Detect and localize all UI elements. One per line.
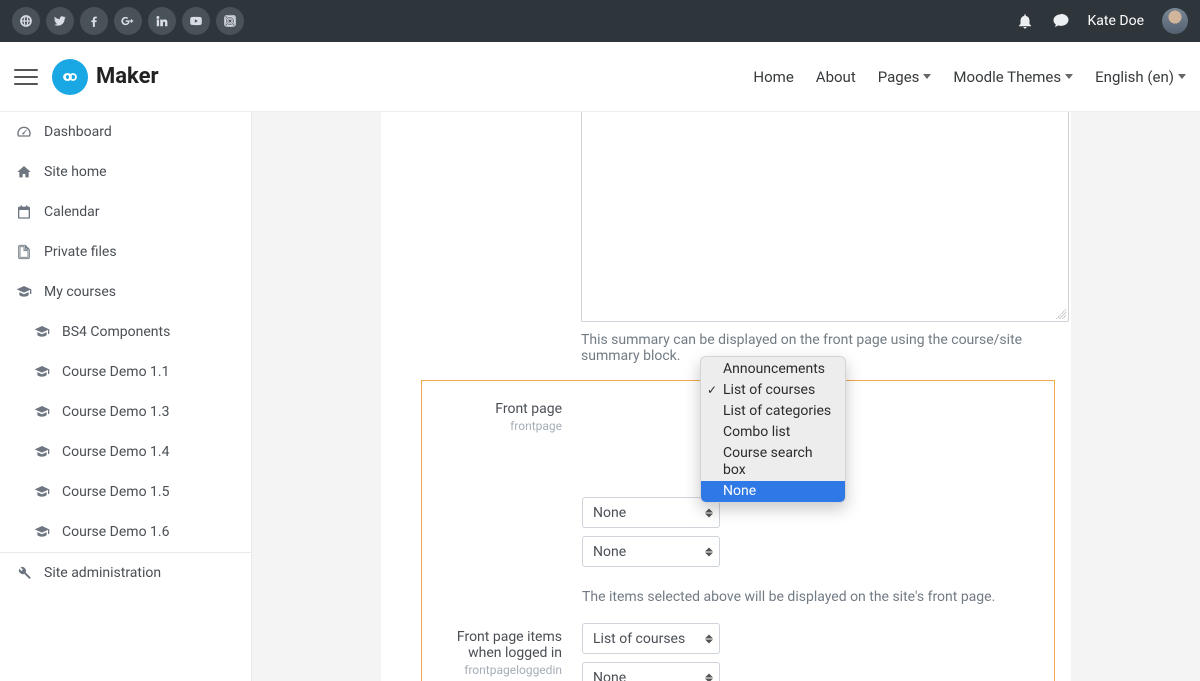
dropdown-option[interactable]: Course search box	[701, 443, 845, 481]
brand[interactable]: Maker	[52, 59, 159, 95]
sidebar-label: Course Demo 1.5	[62, 484, 169, 500]
avatar[interactable]	[1162, 8, 1188, 34]
content-area: This summary can be displayed on the fro…	[252, 112, 1200, 681]
brand-logo-icon	[52, 59, 88, 95]
sidebar-label: Course Demo 1.1	[62, 364, 169, 380]
sidebar-dashboard[interactable]: Dashboard	[0, 112, 251, 152]
topbar-right: Kate Doe	[1016, 8, 1188, 34]
navbar: Maker Home About Pages Moodle Themes Eng…	[0, 42, 1200, 112]
dropdown-option[interactable]: List of categories	[701, 401, 845, 422]
tachometer-icon	[16, 124, 32, 140]
loggedin-label: Front page items when logged in	[434, 629, 562, 661]
sidebar-label: My courses	[44, 284, 116, 300]
sidebar-label: Site administration	[44, 565, 161, 581]
nav-themes[interactable]: Moodle Themes	[953, 68, 1073, 86]
sidebar-sitehome[interactable]: Site home	[0, 152, 251, 192]
frontpage-label: Front page	[434, 401, 562, 417]
select-dropdown: Announcements List of courses List of ca…	[700, 356, 846, 503]
sidebar-course[interactable]: Course Demo 1.6	[0, 512, 251, 552]
sidebar: Dashboard Site home Calendar Private fil…	[0, 112, 252, 681]
dropdown-option[interactable]: Announcements	[701, 357, 845, 380]
facebook-icon[interactable]	[80, 7, 108, 35]
sidebar-privatefiles[interactable]: Private files	[0, 232, 251, 272]
home-icon	[16, 164, 32, 180]
nav-pages[interactable]: Pages	[878, 68, 932, 86]
graduation-cap-icon	[34, 444, 50, 460]
linkedin-icon[interactable]	[148, 7, 176, 35]
sidebar-mycourses[interactable]: My courses	[0, 272, 251, 312]
sidebar-label: Course Demo 1.4	[62, 444, 169, 460]
sidebar-course[interactable]: Course Demo 1.3	[0, 392, 251, 432]
calendar-icon	[16, 204, 32, 220]
messages-icon[interactable]	[1052, 12, 1070, 30]
graduation-cap-icon	[34, 484, 50, 500]
sidebar-course[interactable]: BS4 Components	[0, 312, 251, 352]
sidebar-label: Calendar	[44, 204, 100, 220]
sidebar-label: BS4 Components	[62, 324, 170, 340]
twitter-icon[interactable]	[46, 7, 74, 35]
graduation-cap-icon	[34, 404, 50, 420]
sidebar-label: Dashboard	[44, 124, 112, 140]
file-icon	[16, 244, 32, 260]
sidebar-course[interactable]: Course Demo 1.5	[0, 472, 251, 512]
graduation-cap-icon	[34, 364, 50, 380]
caret-down-icon	[1065, 74, 1073, 79]
sidebar-label: Site home	[44, 164, 107, 180]
frontpage-hint: The items selected above will be display…	[582, 589, 1042, 605]
graduation-cap-icon	[16, 284, 32, 300]
youtube-icon[interactable]	[182, 7, 210, 35]
brand-name: Maker	[96, 64, 159, 89]
sidebar-course[interactable]: Course Demo 1.1	[0, 352, 251, 392]
frontpage-select-4[interactable]: None	[582, 536, 720, 567]
sidebar-calendar[interactable]: Calendar	[0, 192, 251, 232]
wrench-icon	[16, 565, 32, 581]
loggedin-key: frontpageloggedin	[434, 663, 562, 677]
topbar: Kate Doe	[0, 0, 1200, 42]
username[interactable]: Kate Doe	[1088, 13, 1144, 29]
caret-down-icon	[923, 74, 931, 79]
loggedin-select-1[interactable]: List of courses	[582, 623, 720, 654]
sidebar-course[interactable]: Course Demo 1.4	[0, 432, 251, 472]
nav-language[interactable]: English (en)	[1095, 68, 1186, 86]
nav-home[interactable]: Home	[753, 68, 793, 86]
main-nav: Home About Pages Moodle Themes English (…	[753, 68, 1186, 86]
instagram-icon[interactable]	[216, 7, 244, 35]
sidebar-label: Private files	[44, 244, 117, 260]
dropdown-option[interactable]: Combo list	[701, 422, 845, 443]
menu-toggle[interactable]	[10, 61, 42, 93]
dropdown-option[interactable]: None	[701, 481, 845, 502]
frontpage-key: frontpage	[434, 419, 562, 433]
caret-down-icon	[1178, 74, 1186, 79]
globe-icon[interactable]	[12, 7, 40, 35]
graduation-cap-icon	[34, 524, 50, 540]
sidebar-label: Course Demo 1.6	[62, 524, 169, 540]
dropdown-option[interactable]: List of courses	[701, 380, 845, 401]
sidebar-siteadmin[interactable]: Site administration	[0, 553, 251, 593]
summary-textarea[interactable]	[581, 112, 1069, 322]
frontpage-select-3[interactable]: None	[582, 497, 720, 528]
graduation-cap-icon	[34, 324, 50, 340]
loggedin-select-2[interactable]: None	[582, 662, 720, 681]
nav-about[interactable]: About	[816, 68, 856, 86]
sidebar-label: Course Demo 1.3	[62, 404, 169, 420]
googleplus-icon[interactable]	[114, 7, 142, 35]
notifications-icon[interactable]	[1016, 12, 1034, 30]
social-links	[12, 7, 244, 35]
